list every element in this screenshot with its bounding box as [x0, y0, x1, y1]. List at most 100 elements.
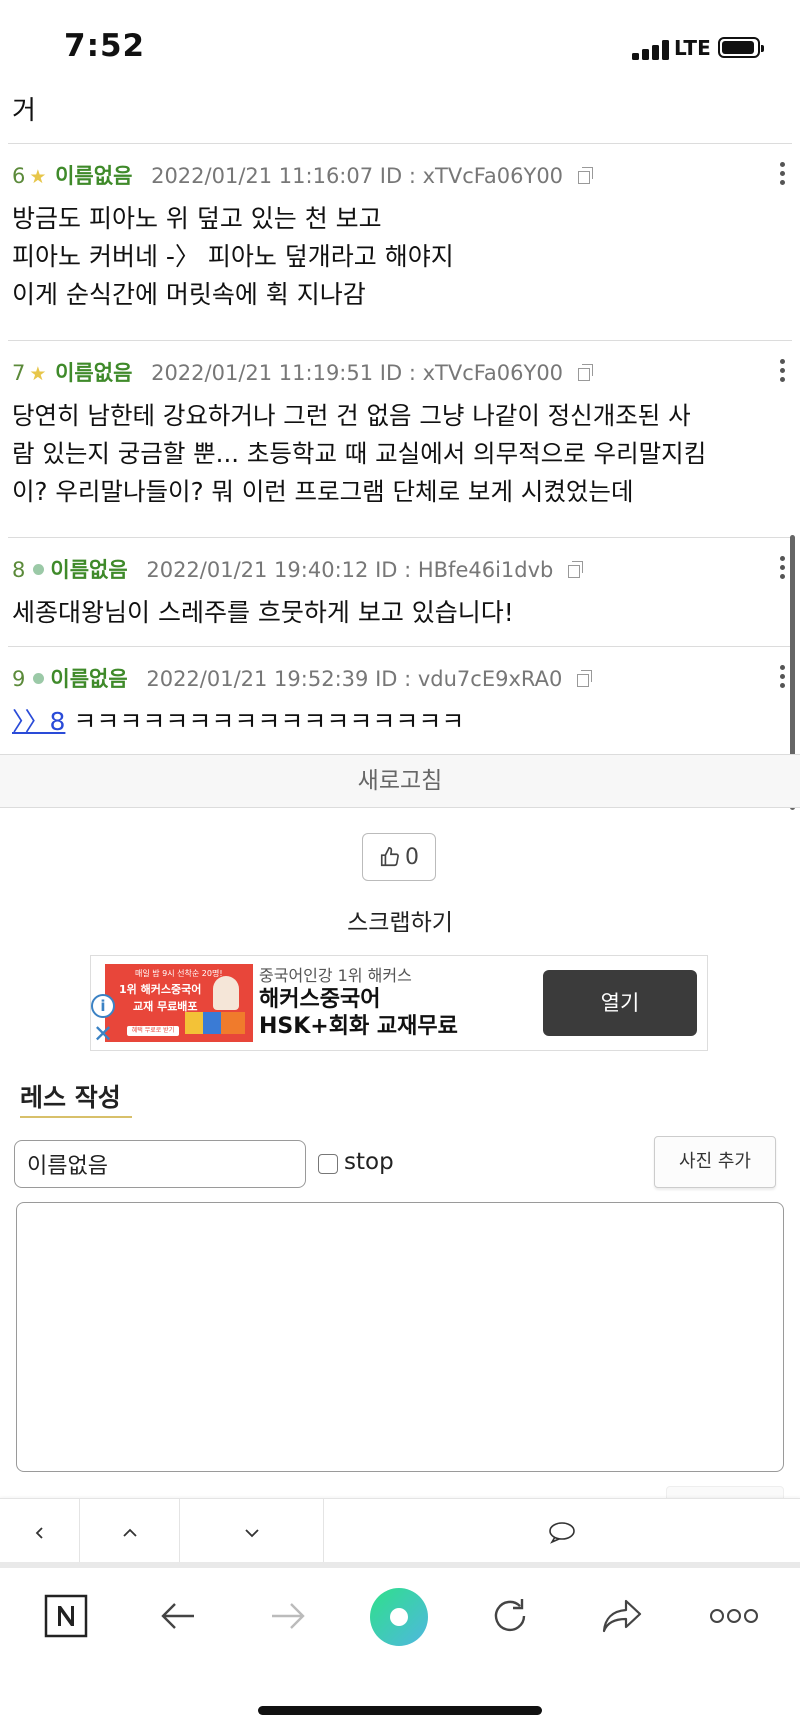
ad-image[interactable]: 매일 밤 9시 선착순 20명! 1위 해커스중국어 교재 무료배포 혜택 무료…	[105, 964, 253, 1042]
more-options-icon[interactable]	[772, 665, 792, 691]
ad-title-line: HSK+회화 교재무료	[259, 1014, 458, 1039]
more-dots-icon	[710, 1609, 758, 1623]
author-name: 이름없음	[55, 361, 133, 385]
chevron-left-icon	[35, 1527, 43, 1539]
author-name: 이름없음	[55, 164, 133, 188]
copy-icon[interactable]	[577, 669, 593, 687]
chevron-down-icon	[244, 1529, 259, 1538]
stop-checkbox[interactable]	[318, 1154, 338, 1174]
post-header: 8 이름없음 2022/01/21 19:40:12 ID : HBfe46i1d…	[12, 554, 584, 584]
star-icon: ★	[29, 166, 47, 188]
dot-icon	[33, 673, 45, 684]
post-text: ㅋㅋㅋㅋㅋㅋㅋㅋㅋㅋㅋㅋㅋㅋㅋㅋㅋ	[73, 707, 465, 736]
copy-icon[interactable]	[577, 166, 593, 184]
copy-icon[interactable]	[568, 560, 584, 578]
post-datetime: 2022/01/21 11:16:07	[151, 164, 374, 188]
post-line: 세종대왕님이 스레주를 흐뭇하게 보고 있습니다!	[12, 598, 514, 627]
thread-nav-bar	[0, 1498, 800, 1567]
author-name: 이름없음	[50, 558, 128, 582]
green-dot-icon	[370, 1588, 428, 1646]
refresh-button[interactable]: 새로고침	[0, 754, 800, 808]
post-line: 이게 순식간에 머릿속에 휙 지나감	[12, 280, 366, 309]
ad-title: 해커스중국어 HSK+회화 교재무료	[259, 986, 458, 1040]
post-line: 〉〉8 ㅋㅋㅋㅋㅋㅋㅋㅋㅋㅋㅋㅋㅋㅋㅋㅋㅋ	[12, 703, 784, 741]
battery-icon	[718, 37, 764, 58]
share-arrow-icon	[602, 1599, 642, 1633]
dot-icon	[33, 564, 45, 575]
title-underline	[20, 1116, 132, 1118]
name-input[interactable]	[14, 1140, 306, 1188]
copy-icon[interactable]	[577, 363, 593, 381]
post-6: 6 ★ 이름없음 2022/01/21 11:16:07 ID : xTVcFa0…	[8, 143, 792, 340]
post-8: 8 이름없음 2022/01/21 19:40:12 ID : HBfe46i1d…	[8, 537, 792, 646]
post-line: 이? 우리말나들이? 뭐 이런 프로그램 단체로 보게 시켰었는데	[12, 477, 634, 506]
comment-icon	[549, 1522, 575, 1544]
add-photo-button[interactable]: 사진 추가	[654, 1136, 776, 1188]
ad-subtitle: 중국어인강 1위 해커스	[259, 966, 412, 985]
ad-open-button[interactable]: 열기	[543, 970, 697, 1036]
post-datetime: 2022/01/21 19:40:12	[146, 558, 369, 582]
post-id: ID : HBfe46i1dvb	[375, 558, 554, 582]
arrow-right-icon	[272, 1603, 305, 1629]
post-body: 〉〉8 ㅋㅋㅋㅋㅋㅋㅋㅋㅋㅋㅋㅋㅋㅋㅋㅋㅋ	[12, 703, 784, 741]
post-body: 세종대왕님이 스레주를 흐뭇하게 보고 있습니다!	[12, 594, 784, 632]
browser-toolbar	[0, 1570, 800, 1670]
naver-home-button[interactable]	[34, 1584, 98, 1648]
post-number[interactable]: 9	[12, 667, 25, 691]
forward-button[interactable]	[256, 1584, 320, 1648]
network-label: LTE	[674, 36, 711, 60]
post-line: 람 있는지 궁금할 뿐... 초등학교 때 교실에서 의무적으로 우리말지킴	[12, 439, 707, 468]
nav-up-button[interactable]	[80, 1499, 180, 1567]
like-button[interactable]: 0	[362, 833, 436, 881]
ad-info-icon[interactable]: i	[91, 994, 115, 1018]
previous-post-text: 거	[12, 96, 36, 126]
post-7: 7 ★ 이름없음 2022/01/21 11:19:51 ID : xTVcFa0…	[8, 340, 792, 537]
nav-down-button[interactable]	[180, 1499, 324, 1567]
more-options-icon[interactable]	[772, 162, 792, 188]
post-header: 7 ★ 이름없음 2022/01/21 11:19:51 ID : xTVcFa0…	[12, 357, 593, 387]
post-datetime: 2022/01/21 19:52:39	[146, 667, 369, 691]
reload-button[interactable]	[478, 1584, 542, 1648]
post-id: ID : xTVcFa06Y00	[379, 361, 564, 385]
stop-label[interactable]: stop	[344, 1149, 394, 1175]
nav-back-button[interactable]	[0, 1499, 80, 1567]
back-button[interactable]	[146, 1584, 210, 1648]
home-indicator[interactable]	[258, 1706, 542, 1715]
post-9: 9 이름없음 2022/01/21 19:52:39 ID : vdu7cE9xR…	[8, 646, 792, 754]
status-bar: 7:52 LTE	[0, 0, 800, 82]
ad-banner[interactable]: 매일 밤 9시 선착순 20명! 1위 해커스중국어 교재 무료배포 혜택 무료…	[90, 955, 708, 1051]
green-dot-button[interactable]	[366, 1584, 432, 1650]
ad-books-image	[185, 1012, 245, 1034]
like-count: 0	[405, 844, 419, 870]
reply-form-title: 레스 작성	[20, 1083, 121, 1112]
post-body: 방금도 피아노 위 덮고 있는 천 보고 피아노 커버네 -〉 피아노 덮개라고…	[12, 200, 784, 314]
post-header: 9 이름없음 2022/01/21 19:52:39 ID : vdu7cE9xR…	[12, 663, 593, 693]
nav-comment-button[interactable]	[324, 1499, 800, 1567]
signal-icon	[632, 40, 670, 60]
ad-person-image	[213, 976, 239, 1010]
ad-image-text: 매일 밤 9시 선착순 20명!	[135, 969, 223, 978]
author-name: 이름없음	[50, 667, 128, 691]
post-number[interactable]: 8	[12, 558, 25, 582]
clock: 7:52	[64, 28, 146, 64]
post-line: 방금도 피아노 위 덮고 있는 천 보고	[12, 204, 382, 233]
post-id: ID : xTVcFa06Y00	[379, 164, 564, 188]
post-id: ID : vdu7cE9xRA0	[375, 667, 563, 691]
divider	[0, 1562, 800, 1568]
reload-icon	[494, 1599, 526, 1632]
ad-close-icon[interactable]: ✕	[93, 1022, 113, 1046]
reply-anchor-link[interactable]: 〉〉8	[12, 707, 65, 736]
reply-body-textarea[interactable]	[16, 1202, 784, 1472]
post-number[interactable]: 6	[12, 164, 25, 188]
post-header: 6 ★ 이름없음 2022/01/21 11:16:07 ID : xTVcFa0…	[12, 160, 593, 190]
star-icon: ★	[29, 363, 47, 385]
post-body: 당연히 남한테 강요하거나 그런 건 없음 그냥 나같이 정신개조된 사 람 있…	[12, 397, 784, 511]
more-options-icon[interactable]	[772, 556, 792, 582]
ad-title-line: 해커스중국어	[259, 987, 381, 1012]
post-line: 당연히 남한테 강요하거나 그런 건 없음 그냥 나같이 정신개조된 사	[12, 401, 691, 430]
more-menu-button[interactable]	[702, 1584, 766, 1648]
more-options-icon[interactable]	[772, 359, 792, 385]
post-number[interactable]: 7	[12, 361, 25, 385]
scrap-button[interactable]: 스크랩하기	[0, 903, 800, 937]
share-button[interactable]	[590, 1584, 654, 1648]
